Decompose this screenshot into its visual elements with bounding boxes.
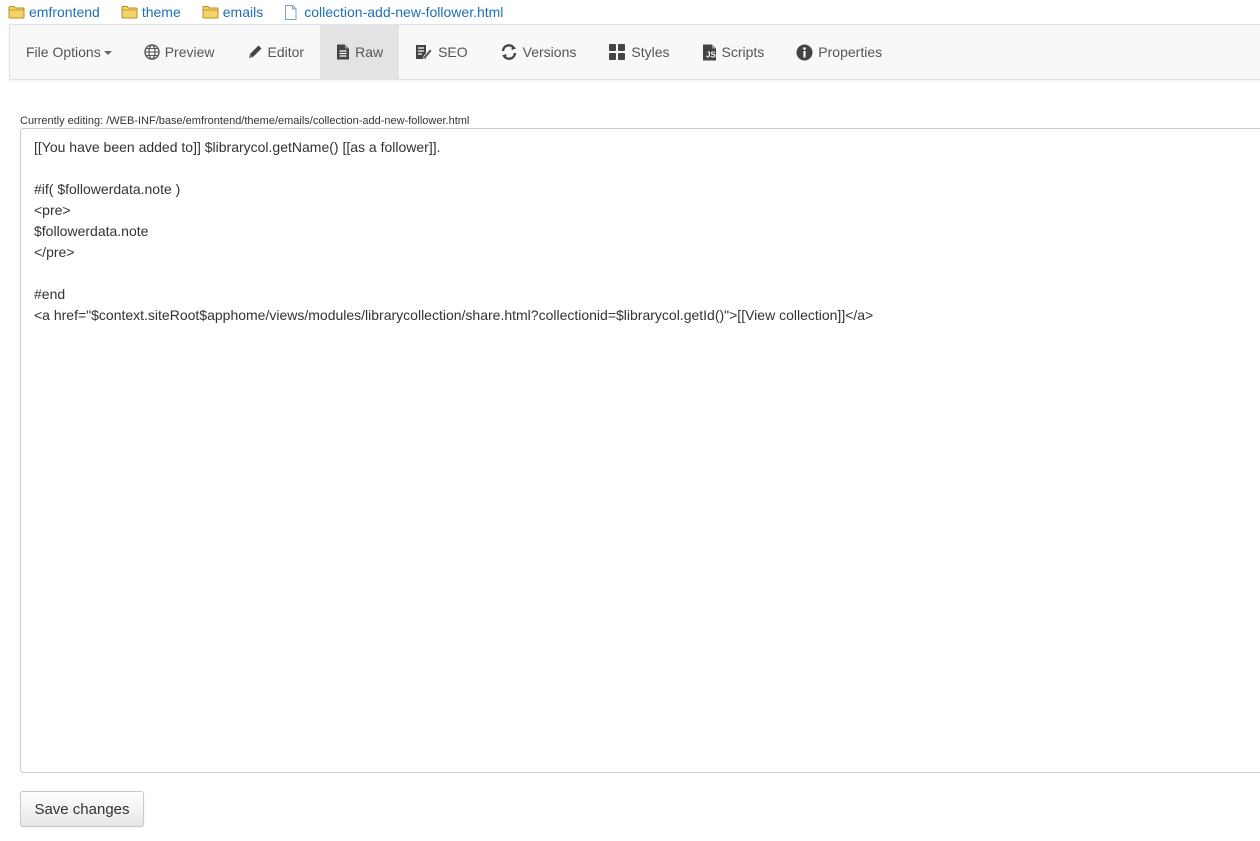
raw-code-editor[interactable]: [[You have been added to]] $librarycol.g… xyxy=(20,128,1260,773)
folder-icon xyxy=(8,5,25,19)
folder-icon xyxy=(121,5,138,19)
grid-icon xyxy=(608,43,626,61)
breadcrumb-item-emails[interactable]: emails xyxy=(202,4,263,20)
code-line: #end xyxy=(34,286,66,302)
toolbar: File Options Preview Editor Raw SEO Vers… xyxy=(9,24,1260,80)
code-line: $followerdata.note xyxy=(34,223,149,239)
file-options-label: File Options xyxy=(26,44,101,60)
tab-styles[interactable]: Styles xyxy=(592,25,685,79)
refresh-icon xyxy=(500,44,518,60)
file-icon xyxy=(284,4,297,20)
svg-text:JS: JS xyxy=(706,50,716,59)
tab-seo[interactable]: SEO xyxy=(399,25,484,79)
tab-label: Versions xyxy=(522,44,577,60)
code-line: [[You have been added to]] $librarycol.g… xyxy=(34,139,441,155)
tab-label: SEO xyxy=(438,44,468,60)
tab-label: Scripts xyxy=(721,44,765,60)
tab-label: Editor xyxy=(267,44,305,60)
caret-down-icon xyxy=(103,51,112,55)
script-file-icon: JS xyxy=(702,44,717,61)
breadcrumb: emfrontend theme emails collection-add-n… xyxy=(0,0,1260,24)
tab-properties[interactable]: Properties xyxy=(780,25,898,79)
tab-label: Raw xyxy=(355,44,384,60)
tab-label: Styles xyxy=(631,44,670,60)
breadcrumb-item-emfrontend[interactable]: emfrontend xyxy=(8,4,100,20)
currently-editing-label: Currently editing: /WEB-INF/base/emfront… xyxy=(20,115,470,127)
code-line: <pre> xyxy=(34,202,71,218)
breadcrumb-label: emails xyxy=(222,4,264,20)
code-line: <a href="$context.siteRoot$apphome/views… xyxy=(34,307,874,323)
globe-icon xyxy=(144,44,160,60)
tab-label: Properties xyxy=(818,44,883,60)
code-line: #if( $followerdata.note ) xyxy=(34,181,181,197)
folder-icon xyxy=(202,5,219,19)
breadcrumb-item-theme[interactable]: theme xyxy=(121,4,181,20)
breadcrumb-label: emfrontend xyxy=(29,4,100,20)
breadcrumb-label: collection-add-new-follower.html xyxy=(304,4,504,20)
file-options-dropdown[interactable]: File Options xyxy=(10,25,128,79)
info-icon xyxy=(796,44,813,61)
tab-scripts[interactable]: JS Scripts xyxy=(686,25,781,79)
save-changes-button[interactable]: Save changes xyxy=(20,791,144,827)
tab-preview[interactable]: Preview xyxy=(128,25,231,79)
tab-raw[interactable]: Raw xyxy=(320,25,400,79)
breadcrumb-item-file[interactable]: collection-add-new-follower.html xyxy=(284,4,503,20)
breadcrumb-label: theme xyxy=(141,4,181,20)
document-icon xyxy=(336,44,350,60)
code-line: </pre> xyxy=(34,244,75,260)
seo-icon xyxy=(415,44,433,60)
tab-versions[interactable]: Versions xyxy=(484,25,593,79)
pencil-icon xyxy=(247,44,263,60)
tab-label: Preview xyxy=(164,44,215,60)
tab-editor[interactable]: Editor xyxy=(231,25,321,79)
